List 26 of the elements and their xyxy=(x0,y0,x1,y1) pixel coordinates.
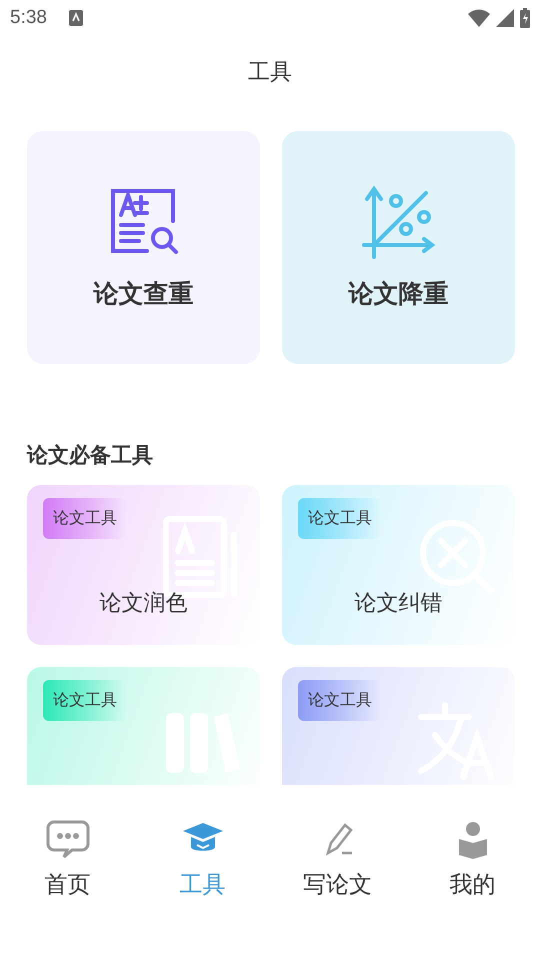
tool-label: 论文降重 xyxy=(348,278,448,310)
tool-tag: 论文工具 xyxy=(43,680,127,721)
wifi-icon xyxy=(468,9,490,27)
tool-tag: 论文工具 xyxy=(298,680,382,721)
nav-tab[interactable]: 我的 xyxy=(405,819,540,905)
chat-icon xyxy=(46,819,90,859)
tool-card[interactable]: 论文工具 xyxy=(27,667,260,785)
tool-card[interactable]: 论文工具 论文润色 xyxy=(27,485,260,645)
tool-tag: 论文工具 xyxy=(298,498,382,539)
status-time: 5:38 xyxy=(10,7,47,29)
page-title: 工具 xyxy=(248,59,292,87)
tool-card[interactable]: 论文工具 论文纠错 xyxy=(282,485,515,645)
battery-icon xyxy=(520,8,530,28)
keyboard-icon xyxy=(68,10,83,26)
nav-tab[interactable]: 首页 xyxy=(0,819,135,905)
tool-card[interactable]: 论文降重 xyxy=(282,131,515,364)
tool-label: 论文纠错 xyxy=(354,590,442,618)
tool-card[interactable]: 论文查重 xyxy=(27,131,260,364)
tool-tag: 论文工具 xyxy=(43,498,127,539)
section-title: 论文必备工具 xyxy=(27,442,154,469)
signal-icon xyxy=(496,9,514,27)
tool-label: 论文查重 xyxy=(94,278,194,310)
tool-card[interactable]: 论文工具 xyxy=(282,667,515,785)
tool-label: 论文润色 xyxy=(100,590,188,618)
nav-tab[interactable]: 写论文 xyxy=(270,819,405,905)
percent-chart-icon xyxy=(362,185,436,259)
